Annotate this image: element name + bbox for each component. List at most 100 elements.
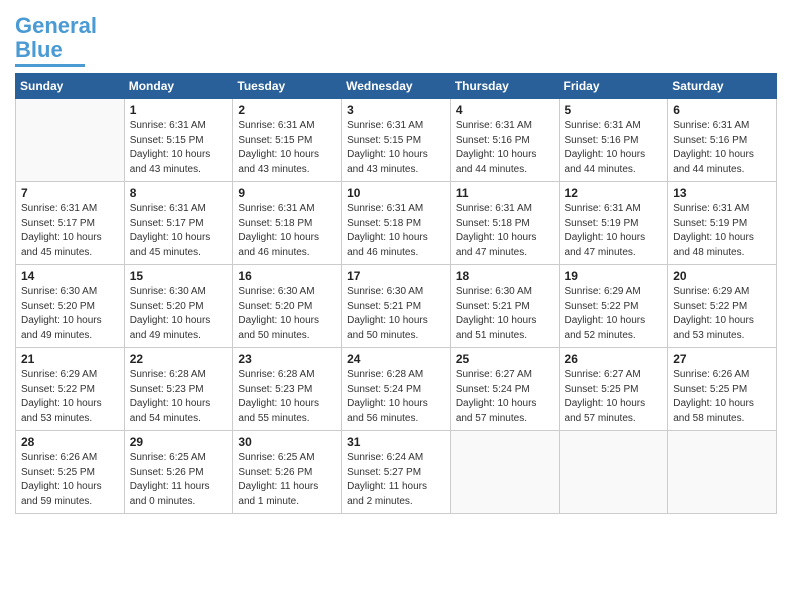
logo-blue: Blue: [15, 37, 63, 62]
day-info: Sunrise: 6:29 AM Sunset: 5:22 PM Dayligh…: [673, 285, 771, 343]
day-number: 28: [21, 435, 119, 449]
day-cell: 20 Sunrise: 6:29 AM Sunset: 5:22 PM Dayli…: [668, 265, 777, 348]
day-cell: 13 Sunrise: 6:31 AM Sunset: 5:19 PM Dayli…: [668, 182, 777, 265]
day-cell: 15 Sunrise: 6:30 AM Sunset: 5:20 PM Dayli…: [124, 265, 233, 348]
day-cell: 18 Sunrise: 6:30 AM Sunset: 5:21 PM Dayli…: [450, 265, 559, 348]
day-number: 29: [130, 435, 228, 449]
day-info: Sunrise: 6:31 AM Sunset: 5:15 PM Dayligh…: [130, 119, 228, 177]
day-cell: 8Sunrise: 6:31 AM Sunset: 5:17 PM Daylig…: [124, 182, 233, 265]
day-cell: 14 Sunrise: 6:30 AM Sunset: 5:20 PM Dayli…: [16, 265, 125, 348]
day-number: 13: [673, 186, 771, 200]
day-number: 6: [673, 103, 771, 117]
day-cell: 23 Sunrise: 6:28 AM Sunset: 5:23 PM Dayli…: [233, 348, 342, 431]
weekday-header-thursday: Thursday: [450, 74, 559, 99]
day-number: 18: [456, 269, 554, 283]
day-cell: 27 Sunrise: 6:26 AM Sunset: 5:25 PM Dayli…: [668, 348, 777, 431]
day-number: 30: [238, 435, 336, 449]
day-info: Sunrise: 6:26 AM Sunset: 5:25 PM Dayligh…: [673, 368, 771, 426]
week-row-4: 21Sunrise: 6:29 AM Sunset: 5:22 PM Dayli…: [16, 348, 777, 431]
logo-underline: [15, 64, 85, 67]
day-info: Sunrise: 6:31 AM Sunset: 5:18 PM Dayligh…: [238, 202, 336, 260]
day-info: Sunrise: 6:31 AM Sunset: 5:16 PM Dayligh…: [565, 119, 663, 177]
day-number: 17: [347, 269, 445, 283]
day-info: Sunrise: 6:30 AM Sunset: 5:20 PM Dayligh…: [21, 285, 119, 343]
day-number: 20: [673, 269, 771, 283]
day-info: Sunrise: 6:31 AM Sunset: 5:19 PM Dayligh…: [673, 202, 771, 260]
day-info: Sunrise: 6:27 AM Sunset: 5:24 PM Dayligh…: [456, 368, 554, 426]
day-number: 2: [238, 103, 336, 117]
day-cell: 12 Sunrise: 6:31 AM Sunset: 5:19 PM Dayli…: [559, 182, 668, 265]
day-cell: 29 Sunrise: 6:25 AM Sunset: 5:26 PM Dayli…: [124, 431, 233, 514]
day-info: Sunrise: 6:31 AM Sunset: 5:15 PM Dayligh…: [347, 119, 445, 177]
day-cell: [559, 431, 668, 514]
weekday-header-sunday: Sunday: [16, 74, 125, 99]
day-number: 27: [673, 352, 771, 366]
day-cell: [668, 431, 777, 514]
day-cell: 3 Sunrise: 6:31 AM Sunset: 5:15 PM Daylig…: [342, 99, 451, 182]
week-row-2: 7Sunrise: 6:31 AM Sunset: 5:17 PM Daylig…: [16, 182, 777, 265]
weekday-header-tuesday: Tuesday: [233, 74, 342, 99]
day-info: Sunrise: 6:31 AM Sunset: 5:18 PM Dayligh…: [456, 202, 554, 260]
day-number: 24: [347, 352, 445, 366]
day-number: 3: [347, 103, 445, 117]
logo-text: General Blue: [15, 14, 97, 62]
day-cell: [16, 99, 125, 182]
day-info: Sunrise: 6:26 AM Sunset: 5:25 PM Dayligh…: [21, 451, 119, 509]
logo-general: General: [15, 13, 97, 38]
day-cell: 24 Sunrise: 6:28 AM Sunset: 5:24 PM Dayli…: [342, 348, 451, 431]
day-cell: 10 Sunrise: 6:31 AM Sunset: 5:18 PM Dayli…: [342, 182, 451, 265]
day-number: 14: [21, 269, 119, 283]
day-cell: 6Sunrise: 6:31 AM Sunset: 5:16 PM Daylig…: [668, 99, 777, 182]
day-cell: 26 Sunrise: 6:27 AM Sunset: 5:25 PM Dayli…: [559, 348, 668, 431]
day-cell: [450, 431, 559, 514]
day-info: Sunrise: 6:25 AM Sunset: 5:26 PM Dayligh…: [238, 451, 336, 509]
day-number: 10: [347, 186, 445, 200]
day-number: 26: [565, 352, 663, 366]
weekday-header-monday: Monday: [124, 74, 233, 99]
day-cell: 19Sunrise: 6:29 AM Sunset: 5:22 PM Dayli…: [559, 265, 668, 348]
day-cell: 21Sunrise: 6:29 AM Sunset: 5:22 PM Dayli…: [16, 348, 125, 431]
day-info: Sunrise: 6:28 AM Sunset: 5:23 PM Dayligh…: [238, 368, 336, 426]
day-number: 15: [130, 269, 228, 283]
day-info: Sunrise: 6:24 AM Sunset: 5:27 PM Dayligh…: [347, 451, 445, 509]
header: General Blue: [15, 10, 777, 67]
day-number: 23: [238, 352, 336, 366]
logo: General Blue: [15, 14, 97, 67]
day-number: 21: [21, 352, 119, 366]
day-cell: 11 Sunrise: 6:31 AM Sunset: 5:18 PM Dayli…: [450, 182, 559, 265]
day-cell: 5 Sunrise: 6:31 AM Sunset: 5:16 PM Daylig…: [559, 99, 668, 182]
day-info: Sunrise: 6:31 AM Sunset: 5:18 PM Dayligh…: [347, 202, 445, 260]
day-info: Sunrise: 6:30 AM Sunset: 5:21 PM Dayligh…: [347, 285, 445, 343]
day-cell: 25Sunrise: 6:27 AM Sunset: 5:24 PM Dayli…: [450, 348, 559, 431]
day-info: Sunrise: 6:28 AM Sunset: 5:23 PM Dayligh…: [130, 368, 228, 426]
day-info: Sunrise: 6:31 AM Sunset: 5:19 PM Dayligh…: [565, 202, 663, 260]
day-number: 11: [456, 186, 554, 200]
day-info: Sunrise: 6:31 AM Sunset: 5:17 PM Dayligh…: [130, 202, 228, 260]
day-info: Sunrise: 6:31 AM Sunset: 5:17 PM Dayligh…: [21, 202, 119, 260]
day-cell: 4 Sunrise: 6:31 AM Sunset: 5:16 PM Daylig…: [450, 99, 559, 182]
day-cell: 31Sunrise: 6:24 AM Sunset: 5:27 PM Dayli…: [342, 431, 451, 514]
day-info: Sunrise: 6:31 AM Sunset: 5:15 PM Dayligh…: [238, 119, 336, 177]
day-number: 5: [565, 103, 663, 117]
day-cell: 28 Sunrise: 6:26 AM Sunset: 5:25 PM Dayli…: [16, 431, 125, 514]
day-number: 12: [565, 186, 663, 200]
weekday-header-friday: Friday: [559, 74, 668, 99]
day-info: Sunrise: 6:30 AM Sunset: 5:20 PM Dayligh…: [130, 285, 228, 343]
weekday-header-wednesday: Wednesday: [342, 74, 451, 99]
day-number: 1: [130, 103, 228, 117]
day-cell: 9Sunrise: 6:31 AM Sunset: 5:18 PM Daylig…: [233, 182, 342, 265]
day-cell: 16Sunrise: 6:30 AM Sunset: 5:20 PM Dayli…: [233, 265, 342, 348]
day-info: Sunrise: 6:30 AM Sunset: 5:21 PM Dayligh…: [456, 285, 554, 343]
day-info: Sunrise: 6:25 AM Sunset: 5:26 PM Dayligh…: [130, 451, 228, 509]
day-cell: 2 Sunrise: 6:31 AM Sunset: 5:15 PM Daylig…: [233, 99, 342, 182]
calendar: SundayMondayTuesdayWednesdayThursdayFrid…: [15, 73, 777, 514]
day-info: Sunrise: 6:30 AM Sunset: 5:20 PM Dayligh…: [238, 285, 336, 343]
day-info: Sunrise: 6:27 AM Sunset: 5:25 PM Dayligh…: [565, 368, 663, 426]
day-info: Sunrise: 6:31 AM Sunset: 5:16 PM Dayligh…: [456, 119, 554, 177]
day-info: Sunrise: 6:29 AM Sunset: 5:22 PM Dayligh…: [565, 285, 663, 343]
day-number: 4: [456, 103, 554, 117]
day-number: 22: [130, 352, 228, 366]
day-cell: 1 Sunrise: 6:31 AM Sunset: 5:15 PM Daylig…: [124, 99, 233, 182]
day-info: Sunrise: 6:28 AM Sunset: 5:24 PM Dayligh…: [347, 368, 445, 426]
weekday-header-row: SundayMondayTuesdayWednesdayThursdayFrid…: [16, 74, 777, 99]
